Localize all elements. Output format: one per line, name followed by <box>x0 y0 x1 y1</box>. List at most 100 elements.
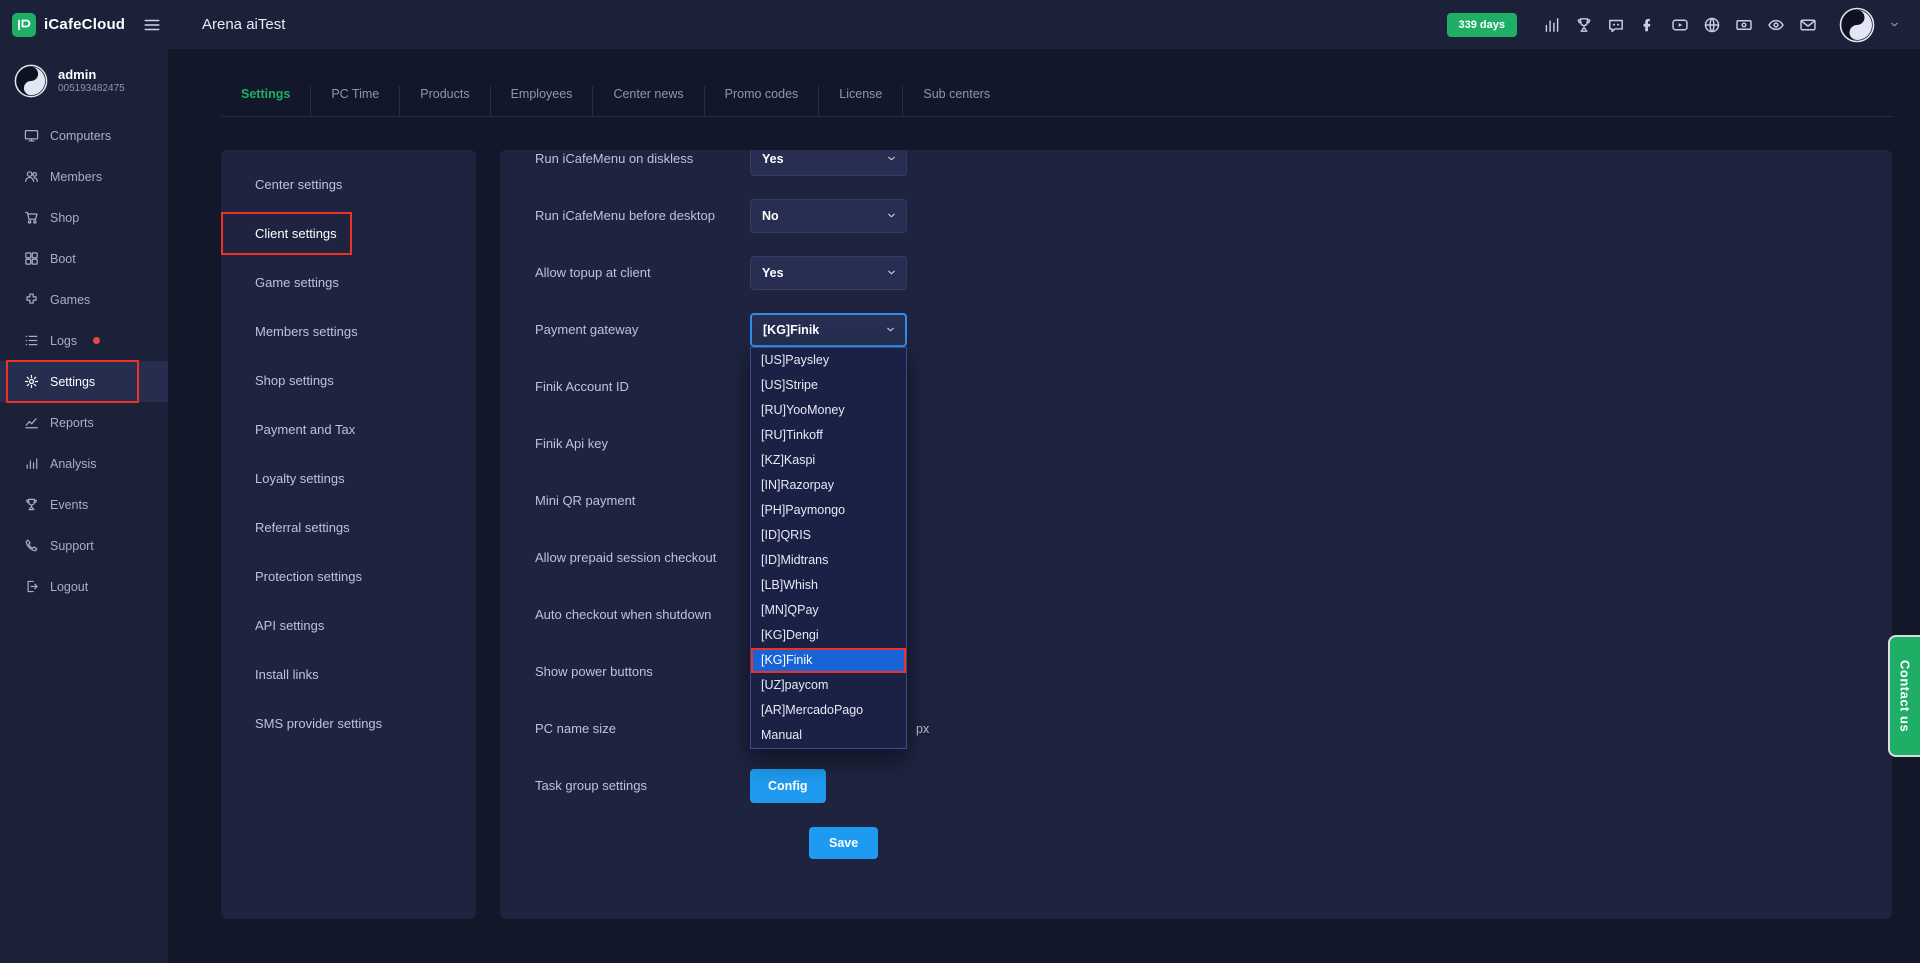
form-rows: Run iCafeMenu on diskless Yes Run iCafeM… <box>535 150 1892 871</box>
reviews-icon[interactable] <box>1767 16 1785 34</box>
field-label: Run iCafeMenu before desktop <box>535 208 750 223</box>
client-settings-form-panel: Run iCafeMenu on diskless Yes Run iCafeM… <box>500 150 1892 919</box>
settings-layout: Center settings Client settings Game set… <box>221 150 1892 919</box>
menu-item-install-links[interactable]: Install links <box>221 650 476 699</box>
tab-products[interactable]: Products <box>400 86 490 116</box>
field-label: Allow topup at client <box>535 265 750 280</box>
sidebar: admin 005193482475 Computers Members Sho… <box>0 49 168 963</box>
form-row-run-icafemenu-on-diskless: Run iCafeMenu on diskless Yes <box>535 150 1892 187</box>
dropdown-option-yoomoney[interactable]: [RU]YooMoney <box>751 398 906 423</box>
dropdown-option-paycom[interactable]: [UZ]paycom <box>751 673 906 698</box>
contact-us-tab[interactable]: Contact us <box>1890 637 1920 755</box>
dropdown-option-kaspi[interactable]: [KZ]Kaspi <box>751 448 906 473</box>
tab-license[interactable]: License <box>819 86 903 116</box>
sidebar-item-reports[interactable]: Reports <box>0 402 168 443</box>
menu-item-api-settings[interactable]: API settings <box>221 601 476 650</box>
phone-icon <box>24 538 39 553</box>
field-label: PC name size <box>535 721 750 736</box>
field-label: Payment gateway <box>535 322 750 337</box>
payment-gateway-dropdown: [US]Paysley [US]Stripe [RU]YooMoney [RU]… <box>750 347 907 749</box>
dropdown-option-razorpay[interactable]: [IN]Razorpay <box>751 473 906 498</box>
youtube-icon[interactable] <box>1671 16 1689 34</box>
sidebar-item-settings[interactable]: Settings <box>0 361 168 402</box>
menu-item-sms-provider-settings[interactable]: SMS provider settings <box>221 699 476 748</box>
chevron-down-icon[interactable] <box>1889 19 1900 30</box>
dropdown-option-qpay[interactable]: [MN]QPay <box>751 598 906 623</box>
sidebar-item-label: Boot <box>50 252 76 266</box>
chevron-down-icon <box>885 324 896 335</box>
menu-item-members-settings[interactable]: Members settings <box>221 307 476 356</box>
dropdown-option-midtrans[interactable]: [ID]Midtrans <box>751 548 906 573</box>
chevron-down-icon <box>886 267 897 278</box>
sidebar-item-analysis[interactable]: Analysis <box>0 443 168 484</box>
main-content: Settings PC Time Products Employees Cent… <box>168 49 1920 963</box>
logo-text: iCafeCloud <box>44 16 125 33</box>
chevron-down-icon <box>886 153 897 164</box>
menu-item-game-settings[interactable]: Game settings <box>221 258 476 307</box>
field-label: Show power buttons <box>535 664 750 679</box>
user-avatar[interactable] <box>1839 7 1875 43</box>
chart-icon[interactable] <box>1543 16 1561 34</box>
tab-center-news[interactable]: Center news <box>593 86 704 116</box>
tab-employees[interactable]: Employees <box>491 86 594 116</box>
config-button[interactable]: Config <box>750 769 826 803</box>
dropdown-option-dengi[interactable]: [KG]Dengi <box>751 623 906 648</box>
tab-settings[interactable]: Settings <box>221 86 311 116</box>
payment-gateway-select[interactable]: [KG]Finik <box>750 313 907 347</box>
payment-terminal-icon[interactable] <box>1735 16 1753 34</box>
menu-item-center-settings[interactable]: Center settings <box>221 160 476 209</box>
sidebar-item-computers[interactable]: Computers <box>0 115 168 156</box>
dropdown-option-paymongo[interactable]: [PH]Paymongo <box>751 498 906 523</box>
sidebar-item-boot[interactable]: Boot <box>0 238 168 279</box>
field-label: Run iCafeMenu on diskless <box>535 151 750 166</box>
form-row-mini-qr-payment: Mini QR payment <box>535 472 1892 529</box>
menu-item-referral-settings[interactable]: Referral settings <box>221 503 476 552</box>
dropdown-option-tinkoff[interactable]: [RU]Tinkoff <box>751 423 906 448</box>
dropdown-option-stripe[interactable]: [US]Stripe <box>751 373 906 398</box>
mail-icon[interactable] <box>1799 16 1817 34</box>
menu-item-shop-settings[interactable]: Shop settings <box>221 356 476 405</box>
menu-item-label: Client settings <box>255 226 337 241</box>
menu-item-client-settings[interactable]: Client settings <box>221 209 476 258</box>
sidebar-item-support[interactable]: Support <box>0 525 168 566</box>
dropdown-option-manual[interactable]: Manual <box>751 723 906 748</box>
dropdown-option-paysley[interactable]: [US]Paysley <box>751 348 906 373</box>
field-label: Allow prepaid session checkout <box>535 550 750 565</box>
license-days-badge[interactable]: 339 days <box>1447 13 1517 37</box>
menu-item-payment-and-tax[interactable]: Payment and Tax <box>221 405 476 454</box>
icafecloud-logo-icon <box>12 13 36 37</box>
list-icon <box>24 333 39 348</box>
dropdown-option-qris[interactable]: [ID]QRIS <box>751 523 906 548</box>
trophy-icon[interactable] <box>1575 16 1593 34</box>
line-chart-icon <box>24 415 39 430</box>
allow-topup-at-client-select[interactable]: Yes <box>750 256 907 290</box>
globe-icon[interactable] <box>1703 16 1721 34</box>
sidebar-item-members[interactable]: Members <box>0 156 168 197</box>
dropdown-option-mercadopago[interactable]: [AR]MercadoPago <box>751 698 906 723</box>
save-button[interactable]: Save <box>809 827 878 859</box>
discord-icon[interactable] <box>1607 16 1625 34</box>
sidebar-item-logs[interactable]: Logs <box>0 320 168 361</box>
tab-sub-centers[interactable]: Sub centers <box>903 86 1010 116</box>
sidebar-item-label: Computers <box>50 129 111 143</box>
menu-item-loyalty-settings[interactable]: Loyalty settings <box>221 454 476 503</box>
gear-icon <box>24 374 39 389</box>
run-icafemenu-on-diskless-select[interactable]: Yes <box>750 150 907 176</box>
user-id: 005193482475 <box>58 83 125 96</box>
run-icafemenu-before-desktop-select[interactable]: No <box>750 199 907 233</box>
sidebar-item-logout[interactable]: Logout <box>0 566 168 607</box>
sidebar-item-label: Logout <box>50 580 88 594</box>
sidebar-item-label: Reports <box>50 416 94 430</box>
menu-item-protection-settings[interactable]: Protection settings <box>221 552 476 601</box>
form-row-finik-account-id: Finik Account ID <box>535 358 1892 415</box>
hamburger-menu-icon[interactable] <box>143 16 161 34</box>
sidebar-item-label: Support <box>50 539 94 553</box>
tab-promo-codes[interactable]: Promo codes <box>705 86 820 116</box>
dropdown-option-whish[interactable]: [LB]Whish <box>751 573 906 598</box>
dropdown-option-finik-selected[interactable]: [KG]Finik <box>751 648 906 673</box>
sidebar-item-shop[interactable]: Shop <box>0 197 168 238</box>
facebook-icon[interactable] <box>1639 16 1657 34</box>
sidebar-item-games[interactable]: Games <box>0 279 168 320</box>
sidebar-item-events[interactable]: Events <box>0 484 168 525</box>
tab-pc-time[interactable]: PC Time <box>311 86 400 116</box>
